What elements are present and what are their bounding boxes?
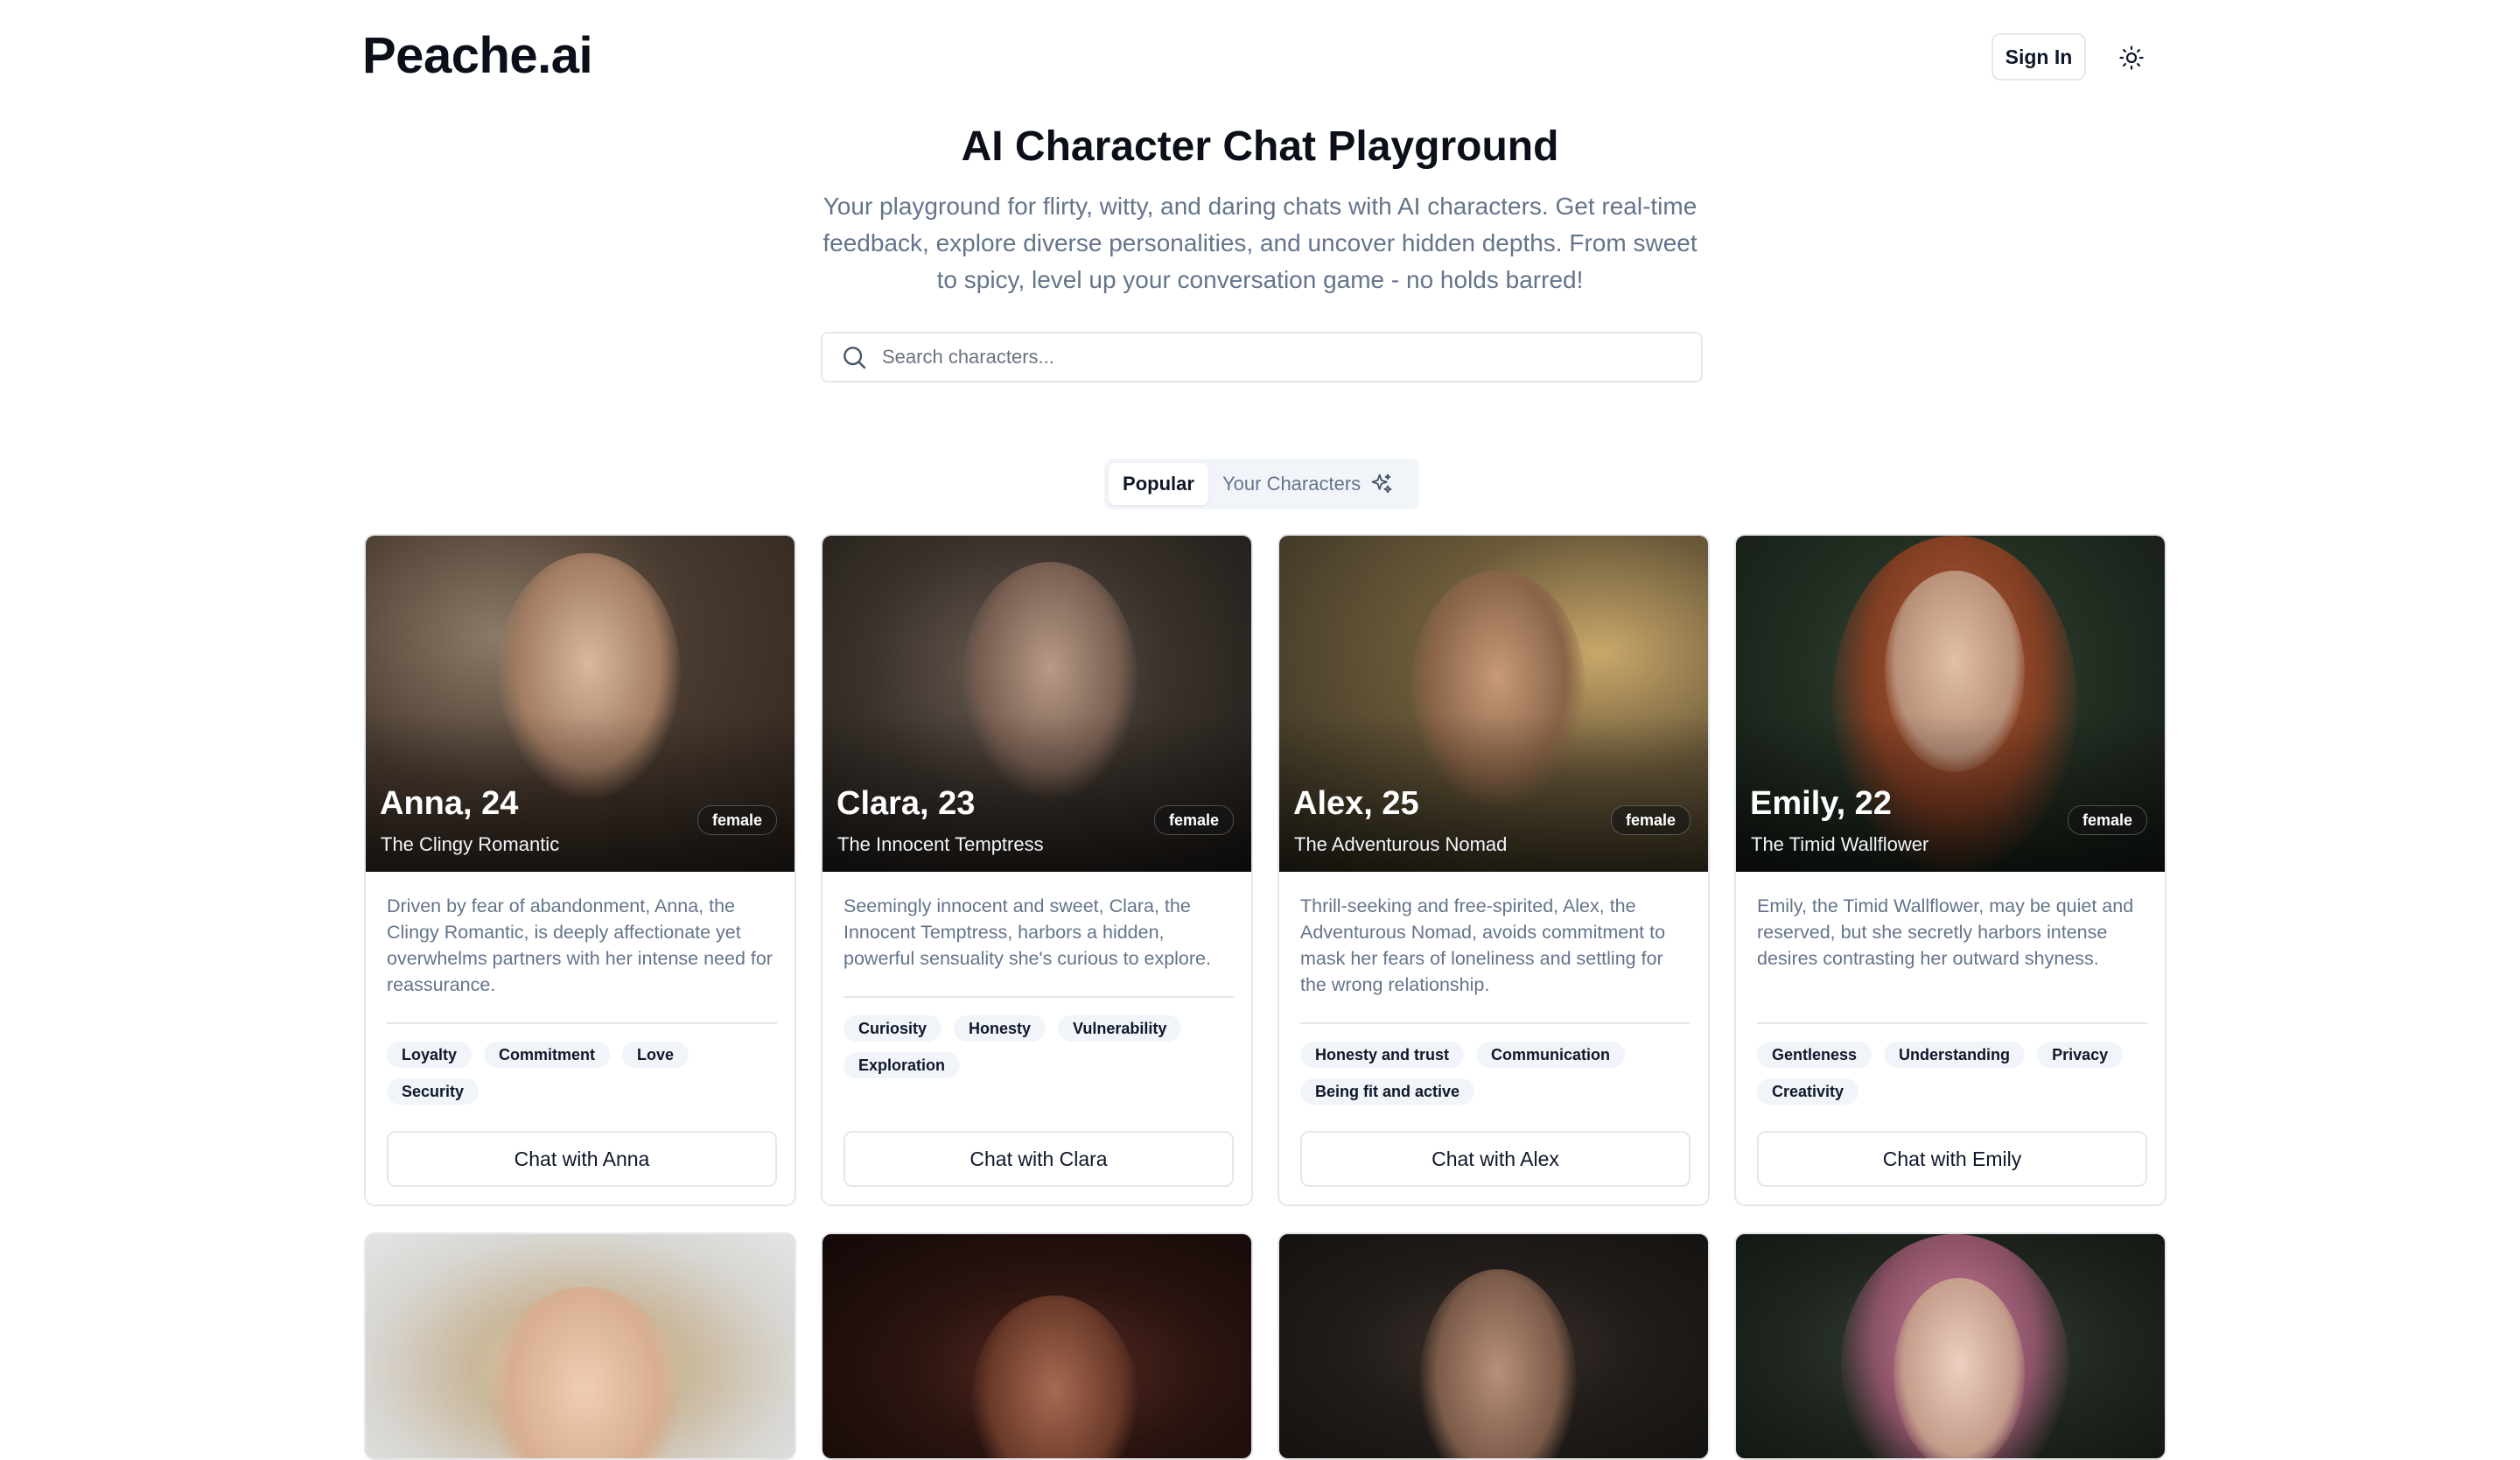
tab-your-characters[interactable]: Your Characters [1208,463,1394,505]
divider [1300,1022,1690,1024]
trait-tag: Being fit and active [1300,1078,1475,1105]
trait-tag: Communication [1476,1042,1626,1068]
theme-toggle-button[interactable] [2112,39,2151,77]
tab-your-characters-label: Your Characters [1222,473,1362,495]
portrait-face [1419,1269,1577,1458]
sign-in-button[interactable]: Sign In [1992,33,2086,81]
chat-with-emily-button[interactable]: Chat with Emily [1757,1131,2147,1187]
character-name: Anna, 24 [380,785,519,822]
trait-tag: Honesty and trust [1300,1042,1465,1068]
character-card-clara[interactable]: Clara, 23 The Innocent Temptress female … [821,534,1253,1206]
portrait-face [1894,1278,2025,1458]
sparkles-icon [1371,474,1392,494]
character-card[interactable] [1734,1232,2166,1460]
search-input[interactable] [880,345,1701,369]
page-title: AI Character Chat Playground [961,123,1559,170]
portrait-face [971,1295,1138,1458]
trait-tags: Honesty and trust Communication Being fi… [1300,1042,1694,1105]
trait-tag: Gentleness [1757,1042,1872,1068]
trait-tag: Commitment [484,1042,611,1068]
character-role: The Timid Wallflower [1751,833,1929,855]
character-card-anna[interactable]: Anna, 24 The Clingy Romantic female Driv… [364,534,796,1206]
divider [1757,1022,2147,1024]
divider [387,1022,777,1024]
trait-tag: Love [622,1042,690,1068]
trait-tag: Exploration [844,1052,961,1078]
page-subtitle: Your playground for flirty, witty, and d… [822,193,1698,293]
trait-tag: Creativity [1757,1078,1859,1105]
trait-tags: Curiosity Honesty Vulnerability Explorat… [844,1015,1237,1078]
portrait-face [488,1287,681,1458]
divider [844,996,1234,998]
character-role: The Innocent Temptress [837,833,1044,855]
trait-tag: Loyalty [387,1042,472,1068]
chat-with-alex-button[interactable]: Chat with Alex [1300,1131,1690,1187]
tab-popular[interactable]: Popular [1109,463,1208,505]
trait-tag: Understanding [1884,1042,2026,1068]
trait-tag: Vulnerability [1058,1015,1182,1042]
character-card[interactable] [821,1232,1253,1460]
character-card-emily[interactable]: Emily, 22 The Timid Wallflower female Em… [1734,534,2166,1206]
trait-tags: Gentleness Understanding Privacy Creativ… [1757,1042,2151,1105]
character-tabs: Popular Your Characters [1104,459,1419,509]
character-role: The Adventurous Nomad [1294,833,1508,855]
character-role: The Clingy Romantic [381,833,560,855]
brand-logo[interactable]: Peache.ai [362,26,593,85]
trait-tags: Loyalty Commitment Love Security [387,1042,780,1105]
character-card[interactable] [1278,1232,1710,1460]
search-box[interactable] [821,332,1703,383]
gender-badge: female [1153,805,1234,835]
gender-badge: female [2067,805,2147,835]
character-description: Driven by fear of abandonment, Anna, the… [387,895,773,995]
character-name: Alex, 25 [1293,785,1419,822]
gender-badge: female [1610,805,1690,835]
character-description: Thrill-seeking and free-spirited, Alex, … [1300,895,1666,995]
trait-tag: Privacy [2037,1042,2124,1068]
sun-icon [2119,46,2144,70]
trait-tag: Curiosity [844,1015,942,1042]
gender-badge: female [696,805,777,835]
chat-with-anna-button[interactable]: Chat with Anna [387,1131,777,1187]
character-card-alex[interactable]: Alex, 25 The Adventurous Nomad female Th… [1278,534,1710,1206]
character-name: Emily, 22 [1750,785,1892,822]
character-name: Clara, 23 [836,785,976,822]
character-card[interactable] [364,1232,796,1460]
search-icon [844,347,866,369]
character-description: Emily, the Timid Wallflower, may be quie… [1757,895,2134,969]
chat-with-clara-button[interactable]: Chat with Clara [844,1131,1234,1187]
character-description: Seemingly innocent and sweet, Clara, the… [844,895,1211,969]
trait-tag: Honesty [954,1015,1046,1042]
trait-tag: Security [387,1078,480,1105]
